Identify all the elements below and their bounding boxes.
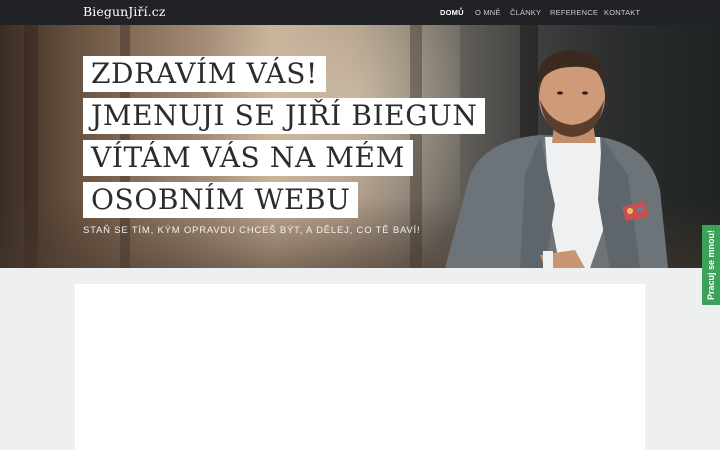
hero-title-line-3: VÍTÁM VÁS NA MÉM: [83, 140, 413, 176]
nav-item-domu[interactable]: DOMŮ: [440, 8, 464, 17]
hero-title-line-1: ZDRAVÍM VÁS!: [83, 56, 326, 92]
nav-item-kontakt[interactable]: KONTAKT: [604, 8, 640, 17]
top-navbar: BiegunJiří.cz DOMŮ O MNĚ ČLÁNKY REFERENC…: [0, 0, 720, 25]
main-nav: DOMŮ O MNĚ ČLÁNKY REFERENCE KONTAKT: [0, 0, 720, 25]
hero-subtitle: STAŇ SE TÍM, KÝM OPRAVDU CHCEŠ BÝT, A DĚ…: [83, 225, 421, 236]
work-with-me-tab[interactable]: Pracuj se mnou!: [702, 225, 720, 305]
hero-title-line-2: JMENUJI SE JIŘÍ BIEGUN: [83, 98, 486, 134]
content-card: [75, 284, 645, 450]
nav-item-o-mne[interactable]: O MNĚ: [475, 8, 501, 17]
nav-item-clanky[interactable]: ČLÁNKY: [510, 8, 541, 17]
hero-banner: ZDRAVÍM VÁS! JMENUJI SE JIŘÍ BIEGUN VÍTÁ…: [0, 25, 720, 268]
nav-item-reference[interactable]: REFERENCE: [550, 8, 598, 17]
hero-title-line-4: OSOBNÍM WEBU: [83, 182, 359, 218]
work-with-me-label: Pracuj se mnou!: [706, 229, 716, 301]
